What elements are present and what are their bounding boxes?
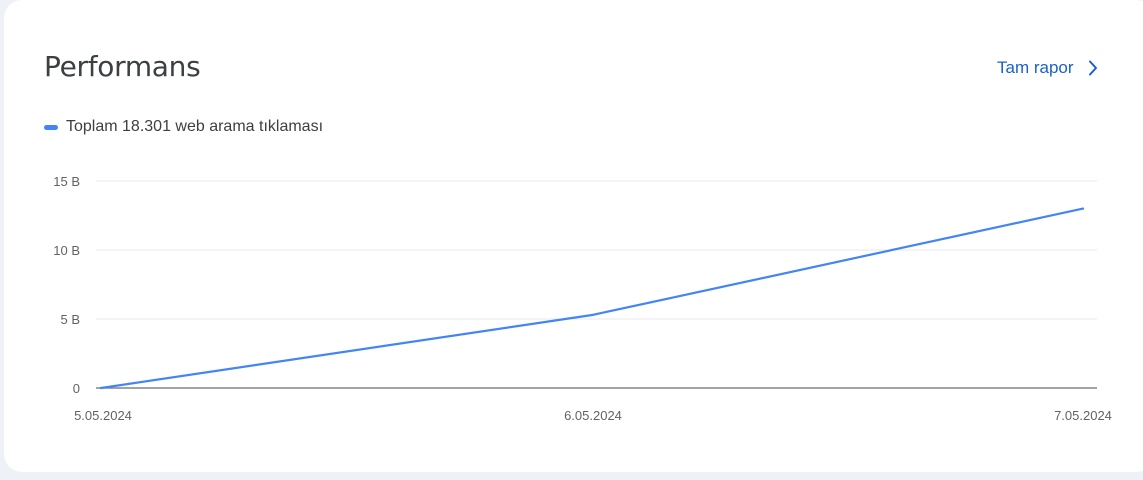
x-tick-label: 7.05.2024 bbox=[1054, 408, 1112, 423]
y-tick-label: 15 B bbox=[53, 174, 80, 189]
x-tick-label: 6.05.2024 bbox=[564, 408, 622, 423]
series-line bbox=[99, 207, 1085, 390]
y-tick-label: 5 B bbox=[60, 312, 80, 327]
data-point bbox=[1081, 207, 1085, 210]
data-point bbox=[99, 386, 103, 390]
y-tick-label: 0 bbox=[73, 381, 80, 396]
x-tick-label: 5.05.2024 bbox=[74, 408, 132, 423]
performance-line-chart: 0 5 B 10 B 15 B 5.05.2024 6.05.2024 7.05.2024 bbox=[53, 174, 1112, 423]
y-tick-label: 10 B bbox=[53, 243, 80, 258]
data-point bbox=[591, 313, 595, 316]
